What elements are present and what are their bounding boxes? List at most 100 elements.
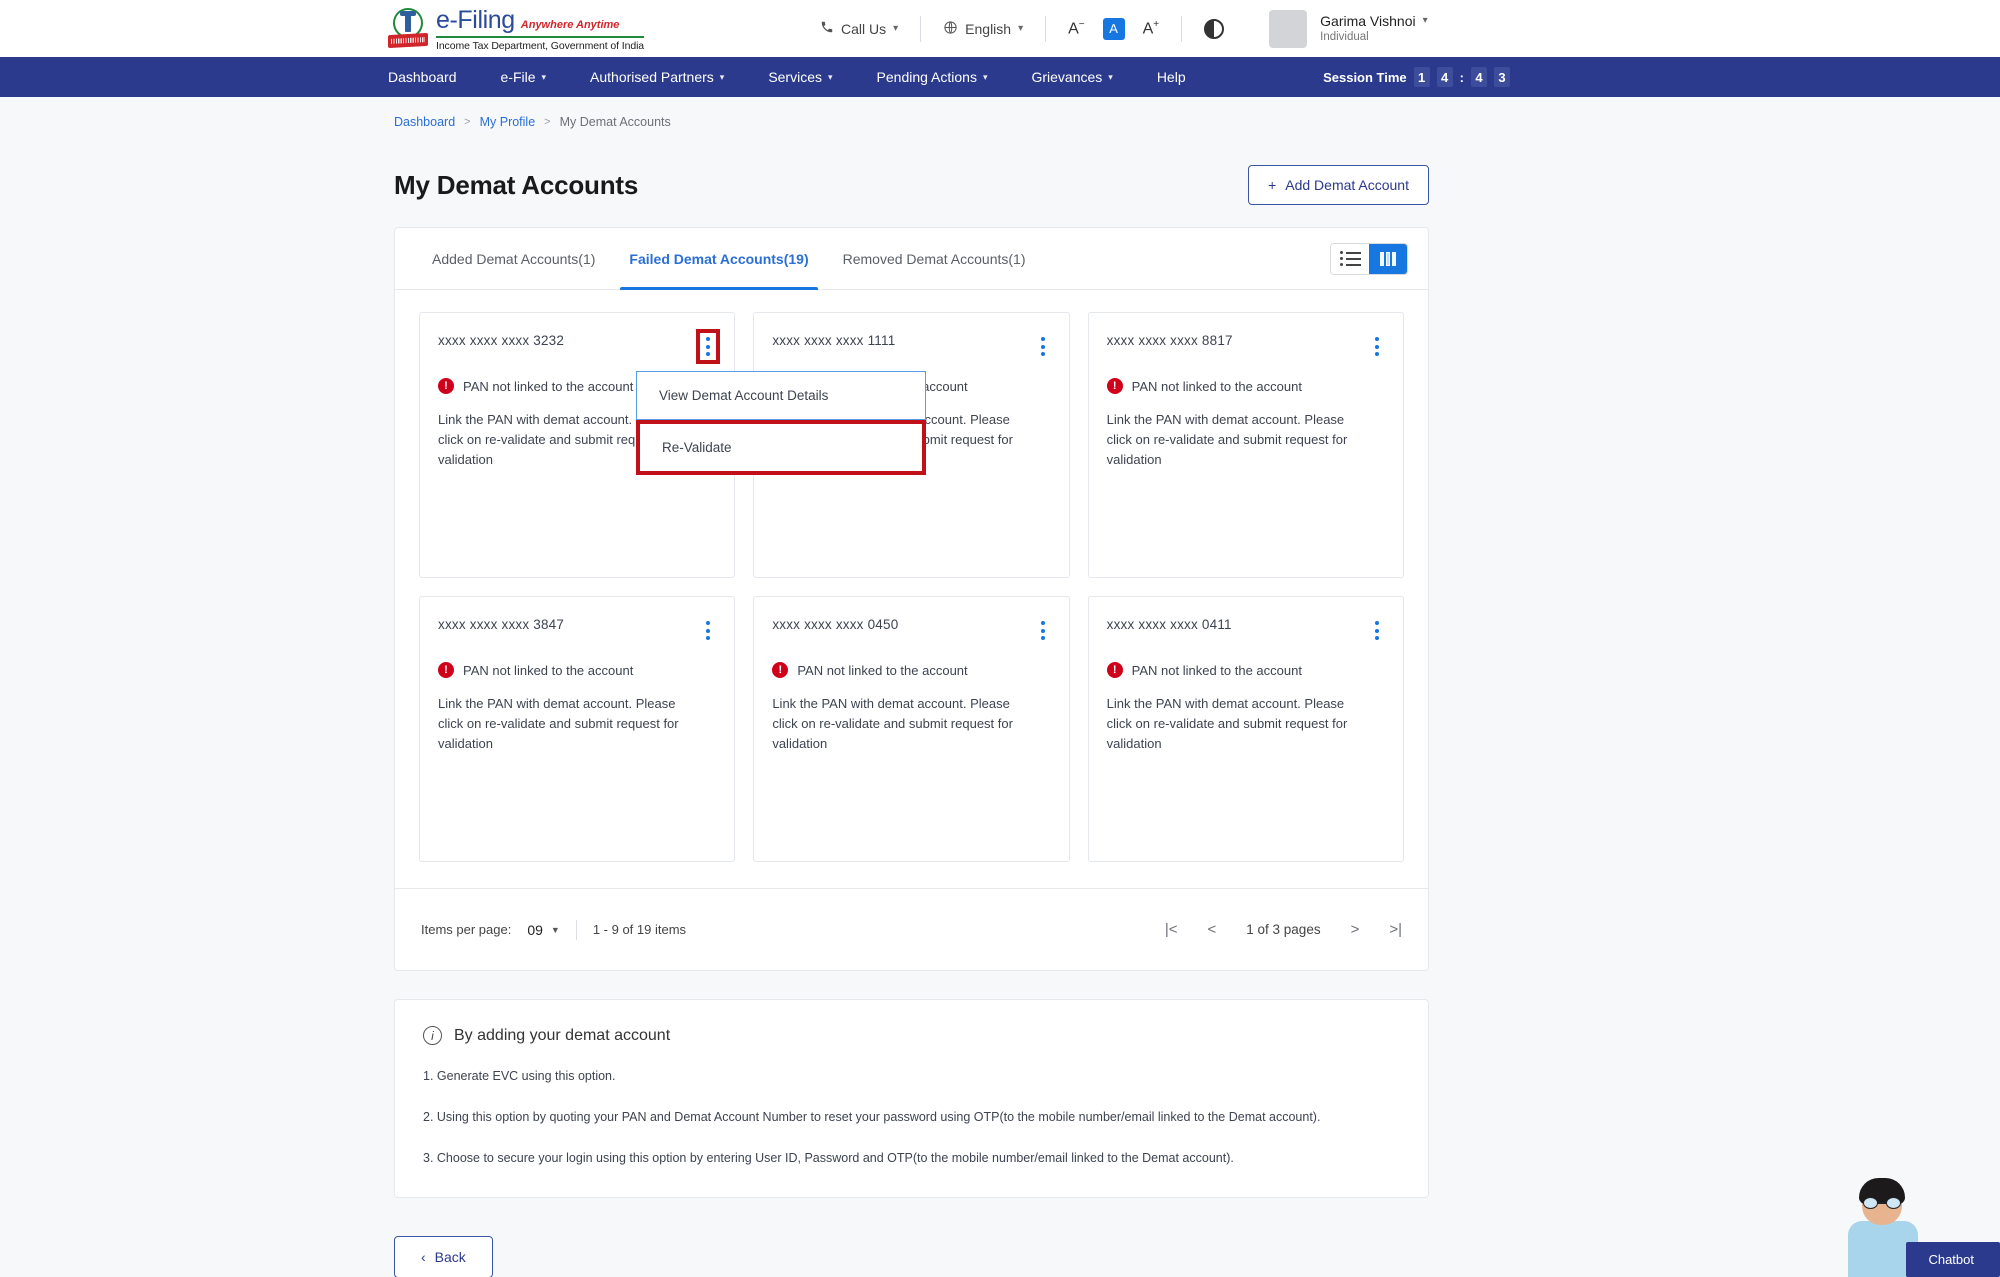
card-options-kebab-icon[interactable] — [1369, 617, 1385, 644]
chevron-down-icon: ▼ — [550, 924, 560, 935]
plus-icon: + — [1268, 177, 1277, 193]
language-menu[interactable]: English ▾ — [943, 20, 1023, 38]
card-description: Link the PAN with demat account. Please … — [438, 696, 679, 752]
pagination-bar: Items per page: 09 ▼ 1 - 9 of 19 items |… — [395, 888, 1428, 970]
logo-divider — [436, 35, 645, 38]
nav-item-pending-actions[interactable]: Pending Actions ▾ — [877, 69, 988, 85]
account-number: xxxx xxxx xxxx 3232 — [438, 333, 565, 348]
list-view-icon[interactable] — [1331, 243, 1369, 274]
last-page-button[interactable]: >| — [1389, 921, 1402, 938]
user-name: Garima Vishnoi — [1320, 12, 1416, 29]
chevron-down-icon: ▾ — [1018, 23, 1024, 34]
menu-item-view-demat-account-details[interactable]: View Demat Account Details — [636, 371, 926, 420]
card-options-kebab-icon[interactable] — [1369, 333, 1385, 360]
next-page-button[interactable]: > — [1351, 921, 1360, 938]
breadcrumb-separator-icon: > — [464, 116, 471, 128]
breadcrumb-dashboard[interactable]: Dashboard — [394, 115, 455, 129]
account-number: xxxx xxxx xxxx 0450 — [772, 617, 899, 632]
view-toggle — [1330, 242, 1408, 275]
tabs-row: Added Demat Accounts(1) Failed Demat Acc… — [395, 228, 1428, 290]
chevron-down-icon: ▾ — [893, 23, 899, 34]
header-divider-1 — [920, 15, 922, 42]
main-navigation: Dashboard e-File ▾ Authorised Partners ▾… — [0, 57, 2000, 97]
language-label: English — [965, 20, 1012, 37]
nav-item-grievances[interactable]: Grievances ▾ — [1031, 69, 1112, 85]
breadcrumb-separator-icon: > — [544, 116, 551, 128]
card-description: Link the PAN with demat account. Please … — [1106, 696, 1348, 752]
nav-item-services[interactable]: Services ▾ — [768, 69, 832, 85]
nav-item-help[interactable]: Help — [1157, 69, 1186, 85]
back-button-label: Back — [434, 1249, 466, 1266]
chatbot-label[interactable]: Chatbot — [1906, 1242, 2000, 1277]
tab-removed-demat-accounts[interactable]: Removed Demat Accounts(1) — [826, 228, 1043, 289]
session-digit: 4 — [1436, 67, 1453, 87]
nav-item-authorised-partners[interactable]: Authorised Partners ▾ — [590, 69, 724, 85]
font-increase-button[interactable]: A+ — [1143, 19, 1160, 38]
session-digit: 4 — [1471, 67, 1487, 87]
status-text: PAN not linked to the account — [1131, 378, 1302, 394]
call-us-label: Call Us — [841, 20, 887, 37]
demat-account-card[interactable]: xxxx xxxx xxxx 3847 ! PAN not linked to … — [419, 596, 736, 862]
card-description: Link the PAN with demat account. Please … — [772, 696, 1013, 752]
breadcrumb-my-profile[interactable]: My Profile — [480, 115, 536, 129]
card-options-kebab-icon[interactable] — [696, 329, 721, 364]
status-text: PAN not linked to the account — [797, 662, 968, 678]
logo-text-block: e-Filing Anywhere Anytime Income Tax Dep… — [436, 6, 644, 52]
grid-view-icon[interactable] — [1369, 243, 1407, 274]
tabs: Added Demat Accounts(1) Failed Demat Acc… — [415, 228, 1043, 290]
add-demat-account-label: Add Demat Account — [1285, 177, 1409, 193]
chevron-down-icon: ▾ — [541, 71, 547, 82]
account-number: xxxx xxxx xxxx 3847 — [438, 617, 565, 632]
card-options-kebab-icon[interactable] — [1035, 333, 1051, 360]
items-per-page-select[interactable]: 09 ▼ — [527, 922, 560, 938]
brand-tagline: Anywhere Anytime — [520, 18, 620, 31]
session-colon: : — [1459, 69, 1464, 85]
account-number: xxxx xxxx xxxx 0411 — [1106, 617, 1232, 632]
tab-added-demat-accounts[interactable]: Added Demat Accounts(1) — [415, 228, 612, 289]
top-header-bar: e-Filing Anywhere Anytime Income Tax Dep… — [0, 0, 2000, 57]
chevron-down-icon: ▾ — [1422, 15, 1428, 27]
chevron-down-icon: ▾ — [1108, 71, 1113, 82]
font-decrease-button[interactable]: A− — [1068, 19, 1085, 38]
nav-label: Pending Actions — [876, 69, 977, 85]
demat-account-card[interactable]: xxxx xxxx xxxx 0411 ! PAN not linked to … — [1087, 596, 1404, 862]
back-button[interactable]: ‹ Back — [394, 1236, 493, 1277]
brand-name: e-Filing — [436, 5, 515, 34]
footer-actions: ‹ Back — [394, 1236, 1429, 1277]
site-logo[interactable]: e-Filing Anywhere Anytime Income Tax Dep… — [388, 6, 644, 52]
tab-failed-demat-accounts[interactable]: Failed Demat Accounts(19) — [612, 228, 825, 290]
nav-item-efile[interactable]: e-File ▾ — [501, 69, 547, 85]
avatar — [1269, 9, 1308, 48]
menu-item-re-validate[interactable]: Re-Validate — [636, 420, 926, 475]
session-timer-label: Session Time — [1323, 69, 1407, 85]
account-number: xxxx xxxx xxxx 8817 — [1106, 333, 1233, 348]
demat-account-card[interactable]: xxxx xxxx xxxx 0450 ! PAN not linked to … — [753, 596, 1070, 862]
phone-icon — [820, 20, 834, 37]
globe-icon — [943, 20, 958, 38]
add-demat-account-button[interactable]: + Add Demat Account — [1248, 165, 1429, 205]
chevron-left-icon: ‹ — [421, 1249, 426, 1266]
status-badge: ! PAN not linked to the account — [438, 662, 716, 678]
nav-item-dashboard[interactable]: Dashboard — [388, 69, 457, 85]
chatbot-widget[interactable]: Chatbot — [1832, 1172, 2000, 1277]
status-text: PAN not linked to the account — [463, 662, 634, 678]
header-divider-3 — [1181, 15, 1183, 42]
info-panel: i By adding your demat account 1. Genera… — [394, 999, 1429, 1199]
call-us-menu[interactable]: Call Us ▾ — [820, 20, 898, 37]
font-normal-button[interactable]: A — [1102, 17, 1125, 40]
user-profile-menu[interactable]: Garima Vishnoi ▾ Individual — [1269, 9, 1428, 48]
prev-page-button[interactable]: < — [1208, 921, 1217, 938]
info-list-item: 3. Choose to secure your login using thi… — [423, 1150, 1234, 1165]
session-timer: Session Time 1 4 : 4 3 — [1323, 67, 1510, 87]
status-badge: ! PAN not linked to the account — [1106, 662, 1385, 678]
contrast-toggle-icon[interactable] — [1204, 18, 1225, 39]
demat-account-card[interactable]: xxxx xxxx xxxx 3232 ! PAN not linked to … — [419, 312, 926, 578]
card-options-kebab-icon[interactable] — [700, 617, 716, 644]
demat-accounts-panel: Added Demat Accounts(1) Failed Demat Acc… — [394, 227, 1429, 971]
demat-account-card[interactable]: xxxx xxxx xxxx 8817 ! PAN not linked to … — [1087, 312, 1404, 578]
items-per-page-label: Items per page: — [421, 922, 512, 937]
first-page-button[interactable]: |< — [1165, 921, 1178, 938]
card-options-kebab-icon[interactable] — [1035, 617, 1051, 644]
error-icon: ! — [438, 378, 454, 394]
nav-label: Dashboard — [388, 69, 457, 85]
